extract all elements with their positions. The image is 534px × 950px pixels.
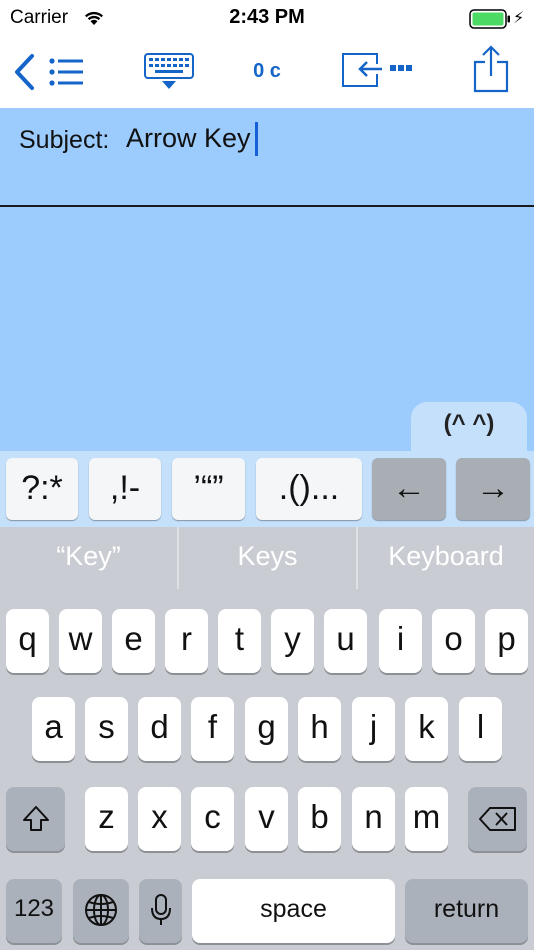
note-editor[interactable]: Subject: Arrow Key (^ ^): [0, 108, 534, 454]
insert-icon: [342, 53, 412, 87]
key-x[interactable]: x: [138, 787, 181, 851]
key-k[interactable]: k: [405, 697, 448, 761]
subject-label: Subject:: [19, 126, 110, 154]
shift-key[interactable]: [6, 787, 65, 851]
back-list-button[interactable]: [12, 52, 88, 92]
share-button[interactable]: [472, 44, 510, 94]
screen: Carrier 2:43 PM ⚡ 0 c Subject: Arrow Key…: [0, 0, 534, 950]
key-u[interactable]: u: [324, 609, 367, 673]
status-time: 2:43 PM: [229, 6, 305, 28]
toolbar: 0 c: [0, 38, 534, 108]
key-f[interactable]: f: [191, 697, 234, 761]
globe-icon: [85, 894, 117, 926]
key-d[interactable]: d: [138, 697, 181, 761]
key-g[interactable]: g: [245, 697, 288, 761]
key-c[interactable]: c: [191, 787, 234, 851]
key-i[interactable]: i: [379, 609, 422, 673]
symbols-key-brackets[interactable]: .()...: [256, 458, 362, 520]
symbols-key-question[interactable]: ?:*: [6, 458, 78, 520]
key-v[interactable]: v: [245, 787, 288, 851]
delete-icon: [478, 807, 516, 831]
key-a[interactable]: a: [32, 697, 75, 761]
key-q[interactable]: q: [6, 609, 49, 673]
key-s[interactable]: s: [85, 697, 128, 761]
emoticon-tab[interactable]: (^ ^): [411, 402, 527, 454]
globe-key[interactable]: [73, 879, 129, 943]
arrow-left-key[interactable]: ←: [372, 458, 446, 520]
key-w[interactable]: w: [59, 609, 102, 673]
accessory-bar: ?:* ,!- ’“” .()... ← →: [0, 451, 534, 527]
share-icon: [473, 45, 509, 93]
key-j[interactable]: j: [352, 697, 395, 761]
return-key[interactable]: return: [405, 879, 528, 943]
back-list-icon: [15, 54, 83, 90]
keyboard: q w e r t y u i o p a s d f g h j k l z …: [0, 591, 534, 950]
microphone-icon: [150, 894, 171, 925]
key-y[interactable]: y: [271, 609, 314, 673]
suggestion-item[interactable]: “Key”: [0, 527, 177, 591]
subject-input[interactable]: Arrow Key: [126, 123, 251, 154]
insert-button[interactable]: [340, 50, 414, 90]
status-bar: Carrier 2:43 PM ⚡: [0, 0, 534, 38]
text-cursor: [255, 122, 258, 156]
battery-icon: [469, 9, 511, 34]
suggestion-bar: “Key” Keys Keyboard: [0, 527, 534, 591]
space-key[interactable]: space: [192, 879, 395, 943]
key-m[interactable]: m: [405, 787, 448, 851]
key-e[interactable]: e: [112, 609, 155, 673]
suggestion-item[interactable]: Keys: [179, 527, 356, 591]
keyboard-dismiss-button[interactable]: [140, 52, 198, 92]
delete-key[interactable]: [468, 787, 527, 851]
key-r[interactable]: r: [165, 609, 208, 673]
suggestion-item[interactable]: Keyboard: [358, 527, 534, 591]
key-b[interactable]: b: [298, 787, 341, 851]
shift-icon: [22, 806, 49, 831]
symbols-key-quotes[interactable]: ’“”: [172, 458, 245, 520]
subject-row[interactable]: Subject: Arrow Key: [0, 108, 534, 207]
key-p[interactable]: p: [485, 609, 528, 673]
key-h[interactable]: h: [298, 697, 341, 761]
symbols-key-comma[interactable]: ,!-: [89, 458, 161, 520]
character-count: 0 c: [253, 60, 281, 82]
keyboard-dismiss-icon: [144, 53, 194, 89]
key-n[interactable]: n: [352, 787, 395, 851]
key-o[interactable]: o: [432, 609, 475, 673]
key-t[interactable]: t: [218, 609, 261, 673]
key-l[interactable]: l: [459, 697, 502, 761]
key-z[interactable]: z: [85, 787, 128, 851]
charging-icon: ⚡: [513, 10, 525, 27]
dictation-key[interactable]: [139, 879, 182, 943]
arrow-right-key[interactable]: →: [456, 458, 530, 520]
numbers-key[interactable]: 123: [6, 879, 62, 943]
